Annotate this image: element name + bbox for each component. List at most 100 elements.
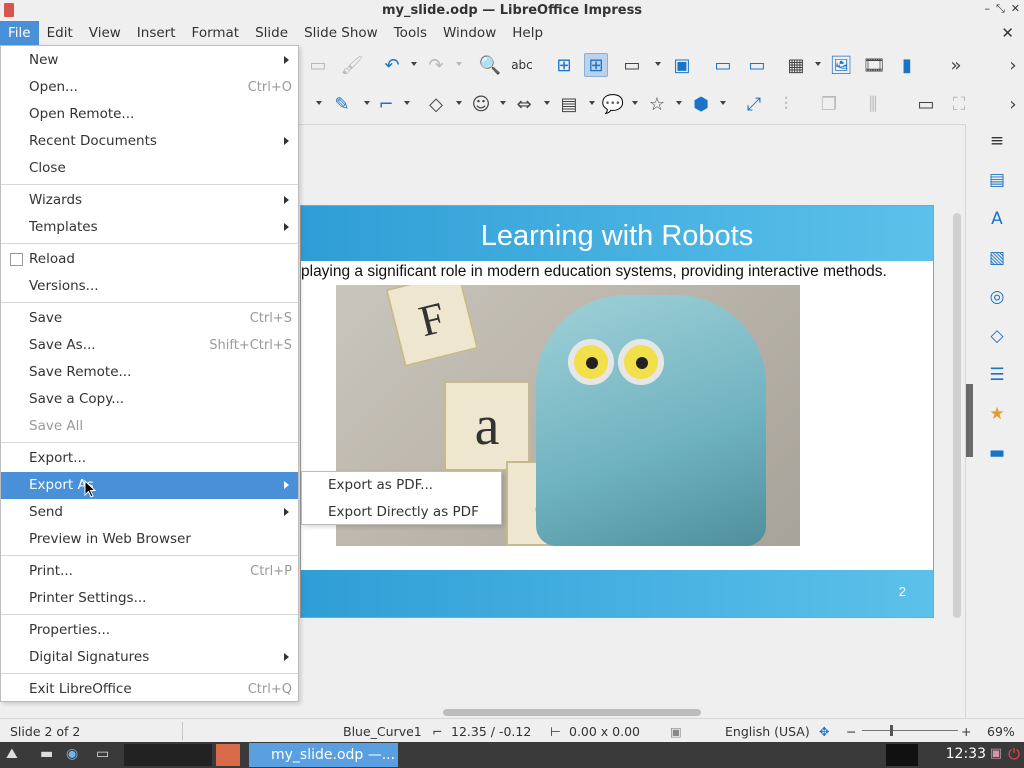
slide-title[interactable]: Learning with Robots [301,220,933,253]
sidebar-menu-icon[interactable]: ≡ [986,130,1008,152]
navigator-icon[interactable]: ◎ [986,286,1008,308]
zoom-out-icon[interactable]: − [846,724,856,739]
rotate-icon[interactable]: ⤢ [742,92,766,116]
find-replace-icon[interactable]: 🔍 [478,53,502,77]
slide-subtitle[interactable]: playing a significant role in modern edu… [301,263,933,281]
gallery-icon[interactable]: ▧ [986,247,1008,269]
master-slides-icon[interactable]: ▬ [986,442,1008,464]
menu-item-open[interactable]: Open... Ctrl+O [1,74,298,101]
clone-formatting-icon[interactable]: 🖌 [340,53,364,77]
menu-item-digital-signatures[interactable]: Digital Signatures [1,644,298,671]
menu-slide-show[interactable]: Slide Show [296,21,386,45]
menu-help[interactable]: Help [504,21,551,45]
menu-item-close[interactable]: Close [1,155,298,182]
grid-icon[interactable]: ⊞ [552,53,576,77]
media-icon[interactable]: 🎞 [862,53,886,77]
menu-item-save-a-copy[interactable]: Save a Copy... [1,386,298,413]
menu-item-open-remote[interactable]: Open Remote... [1,101,298,128]
menu-tools[interactable]: Tools [386,21,435,45]
start-first-slide-icon[interactable]: ▭ [711,53,735,77]
zoom-level[interactable]: 69% [987,724,1015,739]
basic-shapes-icon[interactable]: ◇ [424,92,448,116]
display-views-icon[interactable]: ▭ [620,53,644,77]
file-manager-icon[interactable]: ▬ [40,746,53,762]
menu-item-reload[interactable]: Reload [1,246,298,273]
zoom-in-icon[interactable]: + [961,724,971,739]
master-slide-icon[interactable]: ▣ [670,53,694,77]
symbol-shapes-icon[interactable]: ☺ [469,92,493,116]
impress-launcher-icon[interactable] [216,744,240,766]
menu-item-wizards[interactable]: Wizards [1,187,298,214]
image-icon[interactable]: 🖼 [829,53,853,77]
slide-canvas[interactable]: Learning with Robots playing a significa… [300,205,934,618]
menu-item-versions[interactable]: Versions... [1,273,298,300]
block-arrows-icon[interactable]: ⇔ [512,92,536,116]
table-icon[interactable]: ▦ [784,53,808,77]
undo-icon[interactable]: ↶ [380,53,404,77]
menu-item-properties[interactable]: Properties... [1,617,298,644]
vertical-scrollbar[interactable] [953,213,961,618]
animation-icon[interactable]: ★ [986,403,1008,425]
close-document-icon[interactable]: ✕ [1001,24,1014,42]
menu-item-save-as[interactable]: Save As... Shift+Ctrl+S [1,332,298,359]
menu-insert[interactable]: Insert [129,21,184,45]
menu-slide[interactable]: Slide [247,21,296,45]
shadow-icon[interactable]: ▭ [914,92,938,116]
horizontal-scrollbar[interactable] [443,709,701,716]
menu-file[interactable]: File [0,21,39,45]
browser-icon[interactable]: ◉ [66,746,78,762]
menu-item-printer-settings[interactable]: Printer Settings... [1,585,298,612]
chart-icon[interactable]: ▮ [895,53,919,77]
distribute-icon[interactable]: ⫼ [861,92,885,116]
menu-item-save[interactable]: Save Ctrl+S [1,305,298,332]
menu-item-send[interactable]: Send [1,499,298,526]
shapes-icon[interactable]: ◇ [986,325,1008,347]
slide-transition-icon[interactable]: ☰ [986,364,1008,386]
menu-item-preview-in-web-browser[interactable]: Preview in Web Browser [1,526,298,553]
flowchart-icon[interactable]: ▤ [557,92,581,116]
toolbar-overflow-icon[interactable]: » [944,53,968,77]
stars-icon[interactable]: ☆ [645,92,669,116]
menu-item-recent-documents[interactable]: Recent Documents [1,128,298,155]
start-menu-icon[interactable]: ⛰ [6,746,18,762]
redo-icon[interactable]: ↷ [424,53,448,77]
sidebar-collapse-handle[interactable] [966,384,973,457]
menu-item-export-as-pdf[interactable]: Export as PDF... [302,472,501,499]
menu-item-print[interactable]: Print... Ctrl+P [1,558,298,585]
zoom-slider[interactable] [862,730,958,731]
power-icon[interactable]: ⏻ [1008,745,1020,763]
restore-button[interactable]: ⤡ [996,2,1005,16]
close-window-button[interactable]: ✕ [1011,2,1020,16]
menu-item-export-directly-as-pdf[interactable]: Export Directly as PDF [302,499,501,526]
menu-item-export-as[interactable]: Export As [1,472,298,499]
fit-slide-icon[interactable]: ✥ [819,724,829,739]
start-current-slide-icon[interactable]: ▭ [745,53,769,77]
spelling-icon[interactable]: abc [510,53,534,77]
menu-item-new[interactable]: New [1,47,298,74]
menu-item-templates[interactable]: Templates [1,214,298,241]
align-icon[interactable]: ⫶ [774,92,798,116]
menu-view[interactable]: View [81,21,129,45]
menu-item-export[interactable]: Export... [1,445,298,472]
toolbar-overflow-icon-3[interactable]: › [1004,92,1022,116]
menu-item-exit[interactable]: Exit LibreOffice Ctrl+Q [1,676,298,703]
curve-icon[interactable]: ✎ [330,92,354,116]
menu-edit[interactable]: Edit [39,21,81,45]
language-status[interactable]: English (USA) [725,724,810,739]
user-icon[interactable]: ▣ [990,746,1002,761]
snap-to-grid-icon[interactable]: ⊞ [584,53,608,77]
paste-icon[interactable]: ▭ [306,53,330,77]
workspace-switcher[interactable] [124,744,212,766]
menu-window[interactable]: Window [435,21,504,45]
3d-objects-icon[interactable]: ⬢ [689,92,713,116]
properties-icon[interactable]: ▤ [986,169,1008,191]
menu-item-save-remote[interactable]: Save Remote... [1,359,298,386]
taskbar-window-button[interactable]: my_slide.odp —... [249,743,398,767]
minimize-button[interactable]: – [984,2,990,16]
terminal-icon[interactable]: ▭ [96,746,109,762]
toolbar-overflow-icon-2[interactable]: › [1004,53,1022,77]
menu-format[interactable]: Format [184,21,248,45]
zoom-slider-thumb[interactable] [890,725,893,736]
crop-icon[interactable]: ⛶ [947,92,971,116]
arrange-icon[interactable]: ❐ [817,92,841,116]
